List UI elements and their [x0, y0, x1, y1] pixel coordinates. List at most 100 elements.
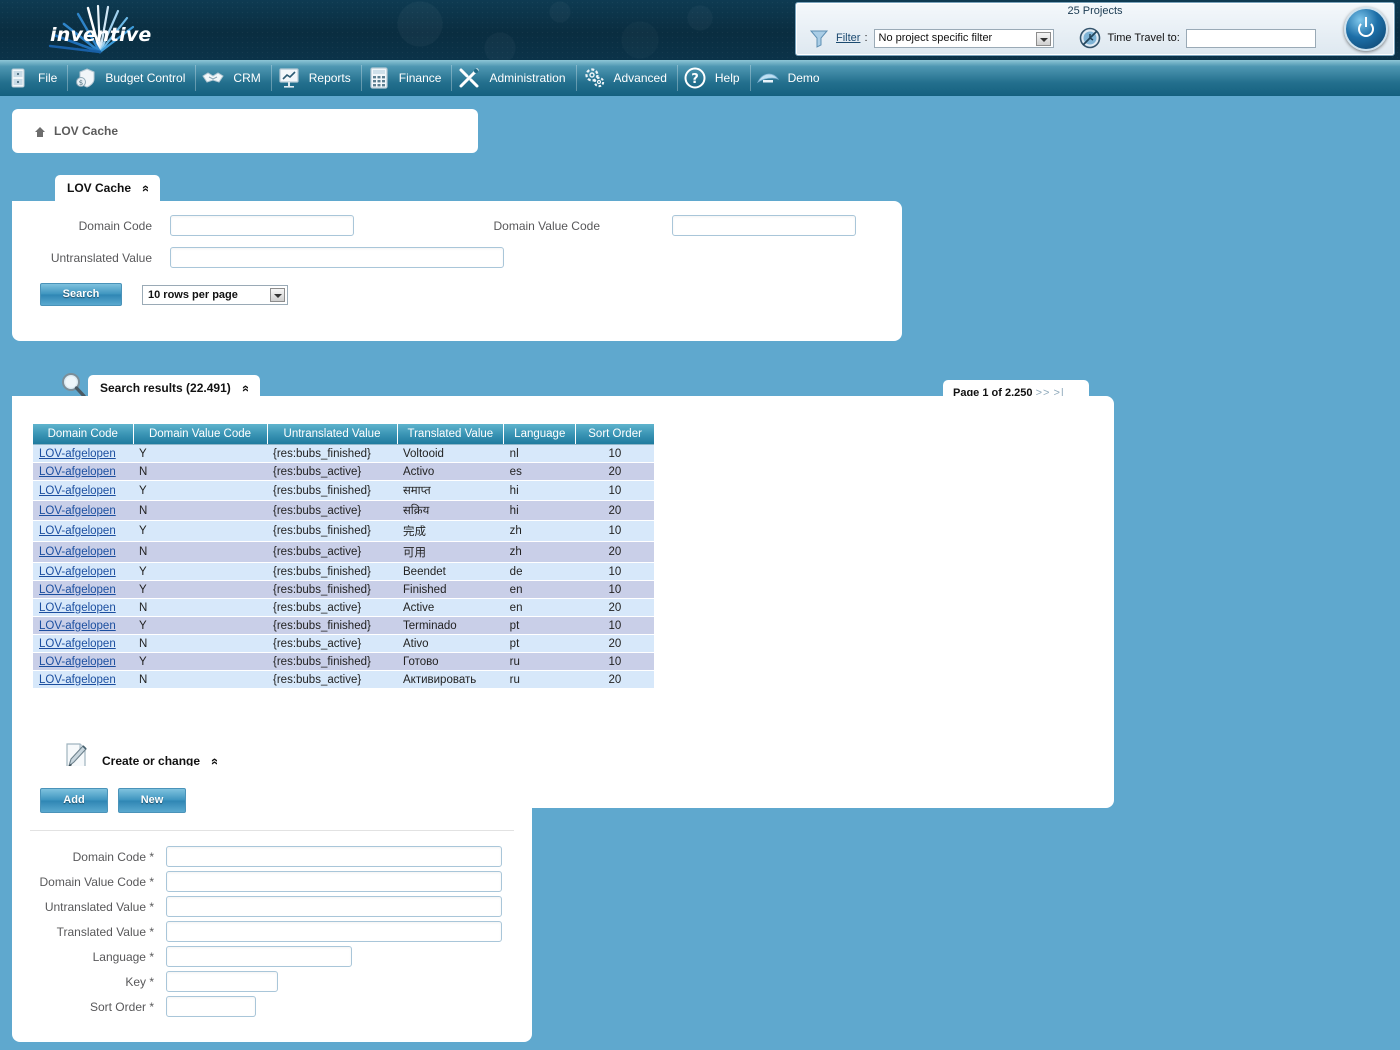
untranslated-value-input[interactable]	[170, 247, 504, 268]
filter-link[interactable]: Filter	[836, 32, 860, 44]
cell-domain_value_code: N	[133, 671, 267, 689]
create-field-input-6[interactable]	[166, 996, 256, 1017]
cell-domain_code[interactable]: LOV-afgelopen	[33, 653, 133, 671]
cell-domain_value_code: N	[133, 463, 267, 481]
chevron-up-icon[interactable]: »	[138, 184, 151, 191]
column-header-language[interactable]: Language	[504, 424, 576, 445]
table-row[interactable]: LOV-afgelopenY{res:bubs_finished}完成zh10	[33, 521, 654, 542]
create-field-input-0[interactable]	[166, 846, 502, 867]
cell-sort_order: 20	[576, 599, 654, 617]
row-link-domain-code[interactable]: LOV-afgelopen	[39, 638, 116, 650]
content-area: LOV Cache LOV Cache » Domain Code Domain…	[0, 96, 1400, 1050]
row-link-domain-code[interactable]: LOV-afgelopen	[39, 584, 116, 596]
domain-value-code-input[interactable]	[672, 215, 856, 236]
row-link-domain-code[interactable]: LOV-afgelopen	[39, 448, 116, 460]
cell-domain_code[interactable]: LOV-afgelopen	[33, 481, 133, 501]
table-row[interactable]: LOV-afgelopenY{res:bubs_finished}Finishe…	[33, 581, 654, 599]
create-field-input-4[interactable]	[166, 946, 352, 967]
cell-domain_code[interactable]: LOV-afgelopen	[33, 563, 133, 581]
row-link-domain-code[interactable]: LOV-afgelopen	[39, 546, 116, 558]
chevron-up-icon[interactable]: »	[238, 384, 251, 391]
cell-language: pt	[504, 635, 576, 653]
breadcrumb: LOV Cache	[12, 109, 478, 153]
table-row[interactable]: LOV-afgelopenY{res:bubs_finished}Готовоr…	[33, 653, 654, 671]
menu-item-finance[interactable]: Finance	[361, 60, 452, 96]
new-button[interactable]: New	[118, 788, 186, 813]
cell-domain_code[interactable]: LOV-afgelopen	[33, 581, 133, 599]
menu-item-reports-label: Reports	[309, 71, 351, 85]
menu-item-file[interactable]: File	[0, 60, 67, 96]
cell-domain_code[interactable]: LOV-afgelopen	[33, 671, 133, 689]
time-travel-input[interactable]	[1186, 29, 1316, 48]
chevron-down-icon[interactable]	[270, 288, 285, 302]
menu-item-budget-control[interactable]: $ Budget Control	[67, 60, 195, 96]
table-row[interactable]: LOV-afgelopenY{res:bubs_finished}समाप्तh…	[33, 481, 654, 501]
table-row[interactable]: LOV-afgelopenN{res:bubs_active}Activoes2…	[33, 463, 654, 481]
cell-untranslated_value: {res:bubs_finished}	[267, 617, 397, 635]
chevron-down-icon[interactable]	[1036, 32, 1051, 46]
table-row[interactable]: LOV-afgelopenN{res:bubs_active}सक्रियhi2…	[33, 501, 654, 521]
row-link-domain-code[interactable]: LOV-afgelopen	[39, 566, 116, 578]
cell-domain_code[interactable]: LOV-afgelopen	[33, 521, 133, 542]
cell-untranslated_value: {res:bubs_finished}	[267, 563, 397, 581]
menu-item-administration-label: Administration	[489, 71, 565, 85]
row-link-domain-code[interactable]: LOV-afgelopen	[39, 602, 116, 614]
domain-code-input[interactable]	[170, 215, 354, 236]
row-link-domain-code[interactable]: LOV-afgelopen	[39, 656, 116, 668]
table-row[interactable]: LOV-afgelopenY{res:bubs_finished}Voltooi…	[33, 445, 654, 463]
table-row[interactable]: LOV-afgelopenY{res:bubs_finished}Beendet…	[33, 563, 654, 581]
tab-lov-cache[interactable]: LOV Cache »	[55, 175, 160, 201]
presentation-chart-icon	[277, 66, 301, 90]
create-field-input-5[interactable]	[166, 971, 278, 992]
menu-item-help[interactable]: ? Help	[677, 60, 750, 96]
row-link-domain-code[interactable]: LOV-afgelopen	[39, 620, 116, 632]
column-header-domain-code[interactable]: Domain Code	[33, 424, 133, 445]
cell-language: pt	[504, 617, 576, 635]
cell-domain_code[interactable]: LOV-afgelopen	[33, 542, 133, 563]
menu-item-administration[interactable]: Administration	[451, 60, 575, 96]
column-header-domain-value-code[interactable]: Domain Value Code	[133, 424, 267, 445]
row-link-domain-code[interactable]: LOV-afgelopen	[39, 674, 116, 686]
cell-domain_code[interactable]: LOV-afgelopen	[33, 463, 133, 481]
column-header-translated-value[interactable]: Translated Value	[397, 424, 504, 445]
add-button[interactable]: Add	[40, 788, 108, 813]
search-button[interactable]: Search	[40, 283, 122, 306]
untranslated-value-label: Untranslated Value	[18, 251, 152, 265]
table-row[interactable]: LOV-afgelopenN{res:bubs_active}Активиров…	[33, 671, 654, 689]
row-link-domain-code[interactable]: LOV-afgelopen	[39, 505, 116, 517]
cell-language: ru	[504, 653, 576, 671]
cell-domain_code[interactable]: LOV-afgelopen	[33, 501, 133, 521]
row-link-domain-code[interactable]: LOV-afgelopen	[39, 466, 116, 478]
row-link-domain-code[interactable]: LOV-afgelopen	[39, 525, 116, 537]
cell-domain_code[interactable]: LOV-afgelopen	[33, 599, 133, 617]
create-field-input-3[interactable]	[166, 921, 502, 942]
cell-language: nl	[504, 445, 576, 463]
cell-domain_code[interactable]: LOV-afgelopen	[33, 445, 133, 463]
create-field-input-1[interactable]	[166, 871, 502, 892]
rows-per-page-select[interactable]: 10 rows per page	[142, 285, 288, 305]
column-header-untranslated-value[interactable]: Untranslated Value	[267, 424, 397, 445]
table-row[interactable]: LOV-afgelopenN{res:bubs_active}Activeen2…	[33, 599, 654, 617]
power-icon[interactable]	[1344, 7, 1388, 51]
menu-item-demo[interactable]: Demo	[750, 60, 830, 96]
cell-language: hi	[504, 481, 576, 501]
cell-translated_value: Active	[397, 599, 504, 617]
column-header-sort-order[interactable]: Sort Order	[576, 424, 654, 445]
create-field-input-2[interactable]	[166, 896, 502, 917]
menu-item-crm[interactable]: CRM	[195, 60, 270, 96]
table-row[interactable]: LOV-afgelopenN{res:bubs_active}可用zh20	[33, 542, 654, 563]
cell-domain_code[interactable]: LOV-afgelopen	[33, 635, 133, 653]
row-link-domain-code[interactable]: LOV-afgelopen	[39, 485, 116, 497]
table-row[interactable]: LOV-afgelopenY{res:bubs_finished}Termina…	[33, 617, 654, 635]
menu-item-advanced[interactable]: Advanced	[576, 60, 677, 96]
menu-item-crm-label: CRM	[233, 71, 260, 85]
cell-untranslated_value: {res:bubs_finished}	[267, 481, 397, 501]
project-filter-select[interactable]: No project specific filter	[874, 29, 1054, 48]
create-field-label-6: Sort Order *	[12, 1000, 154, 1014]
table-row[interactable]: LOV-afgelopenN{res:bubs_active}Ativopt20	[33, 635, 654, 653]
cell-domain_code[interactable]: LOV-afgelopen	[33, 617, 133, 635]
cell-translated_value: Terminado	[397, 617, 504, 635]
chevron-up-icon[interactable]: »	[207, 757, 220, 764]
menu-item-reports[interactable]: Reports	[271, 60, 361, 96]
cell-domain_value_code: Y	[133, 563, 267, 581]
